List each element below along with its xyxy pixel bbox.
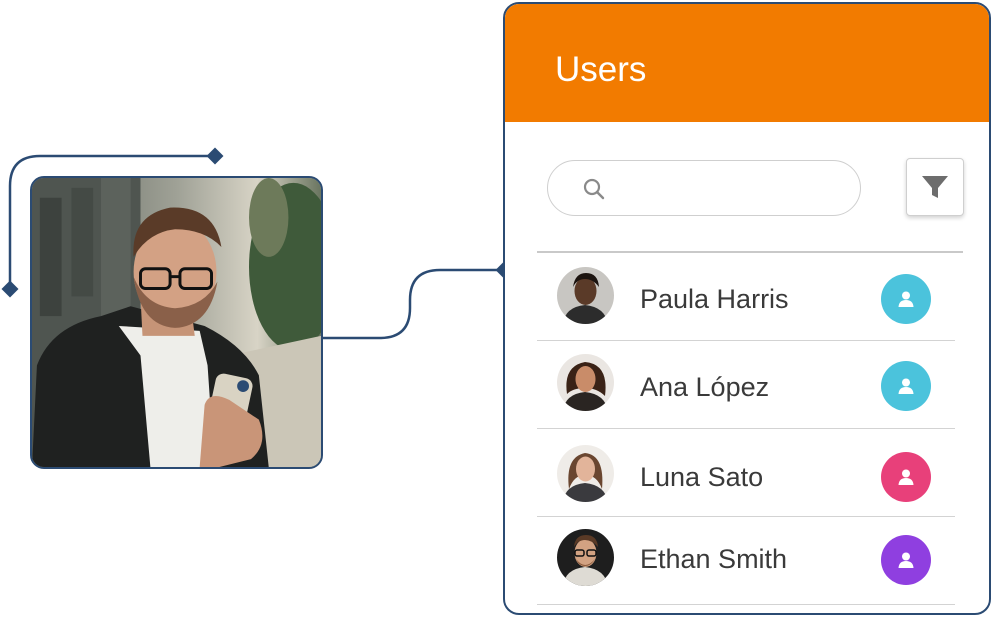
users-panel: Users Paula Harris Ana López Luna Sato E…	[503, 2, 991, 615]
page-title: Users	[555, 50, 647, 89]
user-role-badge[interactable]	[881, 361, 931, 411]
avatar	[557, 267, 614, 324]
panel-header: Users	[505, 4, 989, 122]
user-name: Luna Sato	[640, 462, 764, 492]
person-icon	[898, 469, 914, 485]
list-item[interactable]: Ethan Smith	[537, 517, 955, 605]
user-role-badge[interactable]	[881, 274, 931, 324]
connector-node-left	[1, 280, 19, 298]
user-role-badge[interactable]	[881, 535, 931, 585]
list-item[interactable]: Paula Harris	[537, 253, 955, 341]
person-icon	[898, 378, 914, 394]
search-icon	[583, 178, 605, 200]
user-name: Ana López	[640, 372, 770, 402]
person-icon	[898, 291, 914, 307]
search-input[interactable]	[618, 169, 848, 207]
user-photo	[30, 176, 323, 469]
person-icon	[898, 552, 914, 568]
user-name: Paula Harris	[640, 284, 789, 314]
user-role-badge[interactable]	[881, 452, 931, 502]
filter-button[interactable]	[906, 158, 964, 216]
search-box[interactable]	[547, 160, 861, 216]
list-item[interactable]: Luna Sato	[537, 429, 955, 517]
avatar	[557, 445, 614, 502]
filter-icon	[922, 176, 948, 198]
connector-node-top	[206, 147, 224, 165]
list-item[interactable]: Ana López	[537, 341, 955, 429]
avatar	[557, 354, 614, 411]
stage: Users Paula Harris Ana López Luna Sato E…	[0, 0, 995, 618]
user-name: Ethan Smith	[640, 544, 788, 574]
avatar	[557, 529, 614, 586]
